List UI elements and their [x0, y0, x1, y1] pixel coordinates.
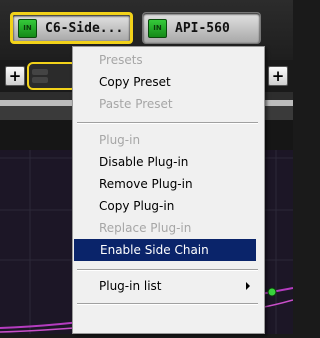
menu-item-enable-side-chain[interactable]: Enable Side Chain [74, 239, 256, 261]
menu-item-plugin-list[interactable]: Plug-in list [73, 275, 264, 297]
menu-item-copy-plugin[interactable]: Copy Plug-in [73, 195, 264, 217]
plugin-tab-api-560[interactable]: IN API-560 [142, 12, 261, 44]
add-plugin-button[interactable]: + [5, 66, 25, 86]
menu-item-disable-plugin[interactable]: Disable Plug-in [73, 151, 264, 173]
menu-header-presets: Presets [99, 53, 143, 67]
menu-separator [77, 269, 258, 271]
plugin-tab-label: C6-Side... [45, 20, 124, 36]
menu-separator [77, 122, 258, 124]
slot-toggle[interactable] [27, 62, 77, 90]
in-toggle[interactable]: IN [18, 18, 37, 38]
plugin-tab-c6-side[interactable]: IN C6-Side... [10, 12, 133, 44]
in-toggle[interactable]: IN [148, 18, 167, 38]
menu-item-remove-plugin[interactable]: Remove Plug-in [73, 173, 264, 195]
menu-item-label: Plug-in list [99, 279, 162, 293]
menu-separator [77, 303, 258, 305]
menu-item-copy-preset[interactable]: Copy Preset [73, 71, 264, 93]
plugin-tab-label: API-560 [175, 20, 230, 36]
context-menu: Presets Copy Preset Paste Preset Plug-in… [72, 46, 265, 334]
menu-item-paste-preset: Paste Preset [99, 97, 173, 111]
menu-item-replace-plugin: Replace Plug-in [99, 221, 192, 235]
add-plugin-button[interactable]: + [268, 66, 288, 86]
submenu-arrow-icon [246, 282, 250, 290]
menu-header-plugin: Plug-in [99, 133, 141, 147]
